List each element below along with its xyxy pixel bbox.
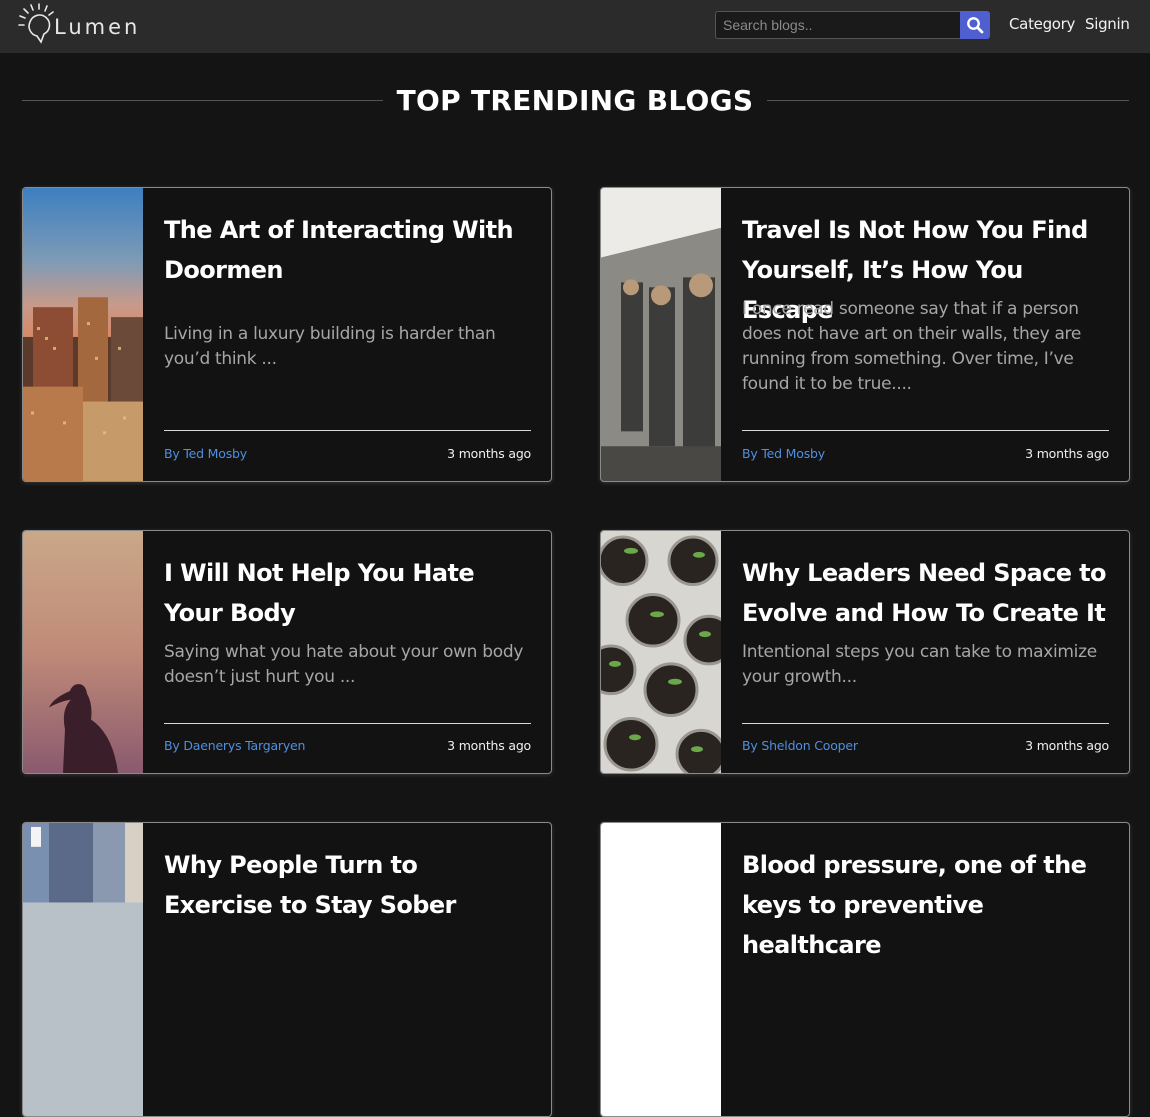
card-description: I once read someone say that if a person… xyxy=(742,299,1082,394)
blog-card[interactable]: I Will Not Help You Hate Your Body Sayin… xyxy=(22,530,552,774)
search-bar xyxy=(715,11,990,39)
card-body: Why People Turn to Exercise to Stay Sobe… xyxy=(164,823,531,1116)
seedling-pots-image xyxy=(601,531,721,773)
card-body: Travel Is Not How You Find Yourself, It’… xyxy=(742,188,1109,481)
card-divider xyxy=(164,430,531,431)
search-input[interactable] xyxy=(715,11,961,39)
card-description: Living in a luxury building is harder th… xyxy=(164,324,496,369)
blog-card[interactable]: Blood pressure, one of the keys to preve… xyxy=(600,822,1130,1117)
card-title[interactable]: Why Leaders Need Space to Evolve and How… xyxy=(742,553,1109,633)
card-body: I Will Not Help You Hate Your Body Sayin… xyxy=(164,531,531,773)
navbar: Lumen Category Signin xyxy=(0,0,1150,53)
runners-image xyxy=(23,823,143,1116)
city-skyline-image xyxy=(23,188,143,481)
search-button[interactable] xyxy=(960,11,990,39)
card-title[interactable]: Blood pressure, one of the keys to preve… xyxy=(742,845,1109,965)
card-timestamp: 3 months ago xyxy=(1025,738,1109,753)
card-title[interactable]: Why People Turn to Exercise to Stay Sobe… xyxy=(164,845,531,925)
card-author-link[interactable]: By Ted Mosby xyxy=(742,446,825,461)
brand-logo[interactable]: Lumen xyxy=(16,2,137,50)
blog-card[interactable]: Why People Turn to Exercise to Stay Sobe… xyxy=(22,822,552,1117)
airplane-cabin-image xyxy=(601,188,721,481)
card-title[interactable]: The Art of Interacting With Doormen xyxy=(164,210,531,290)
blank-white-image xyxy=(601,823,721,1116)
nav-category-link[interactable]: Category xyxy=(1009,15,1075,33)
card-title[interactable]: I Will Not Help You Hate Your Body xyxy=(164,553,531,633)
woman-silhouette-sunset-image xyxy=(23,531,143,773)
blog-card[interactable]: Why Leaders Need Space to Evolve and How… xyxy=(600,530,1130,774)
lightbulb-speech-bubble-logo-icon xyxy=(18,3,54,44)
card-body: Blood pressure, one of the keys to preve… xyxy=(742,823,1109,1116)
blog-card[interactable]: The Art of Interacting With Doormen Livi… xyxy=(22,187,552,482)
card-author-link[interactable]: By Ted Mosby xyxy=(164,446,247,461)
card-author-link[interactable]: By Daenerys Targaryen xyxy=(164,738,305,753)
card-body: The Art of Interacting With Doormen Livi… xyxy=(164,188,531,481)
card-divider xyxy=(742,723,1109,724)
card-timestamp: 3 months ago xyxy=(1025,446,1109,461)
brand-name: Lumen xyxy=(54,15,141,39)
card-description: Intentional steps you can take to maximi… xyxy=(742,642,1097,687)
card-timestamp: 3 months ago xyxy=(447,738,531,753)
card-divider xyxy=(164,723,531,724)
blog-card[interactable]: Travel Is Not How You Find Yourself, It’… xyxy=(600,187,1130,482)
nav-signin-link[interactable]: Signin xyxy=(1085,15,1130,33)
card-author-link[interactable]: By Sheldon Cooper xyxy=(742,738,858,753)
card-timestamp: 3 months ago xyxy=(447,446,531,461)
card-description: Saying what you hate about your own body… xyxy=(164,642,524,687)
search-icon xyxy=(967,17,984,34)
card-divider xyxy=(742,430,1109,431)
page-title: TOP TRENDING BLOGS xyxy=(0,84,1150,117)
card-body: Why Leaders Need Space to Evolve and How… xyxy=(742,531,1109,773)
